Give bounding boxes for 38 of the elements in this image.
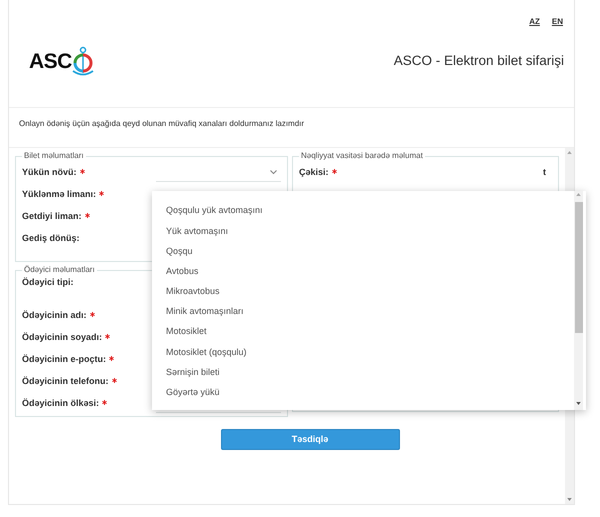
- section-legend: Nəqliyyat vasitəsi barədə məlumat: [299, 150, 425, 162]
- field-label: Ödəyicinin adı:: [22, 309, 87, 322]
- field-label: Ödəyici tipi:: [22, 276, 74, 289]
- dropdown-option[interactable]: Qoşqulu yük avtomaşını: [166, 201, 263, 222]
- anchor-icon: [72, 46, 94, 77]
- field-label: Gediş dönüş:: [22, 232, 80, 246]
- field-label: Getdiyi liman:: [22, 210, 82, 224]
- scrollbar-thumb[interactable]: [574, 202, 582, 333]
- field-label: Ödəyicinin soyadı:: [22, 331, 102, 344]
- field-label: Çəkisi:: [299, 166, 329, 180]
- page-title: ASCO - Elektron bilet sifarişi: [394, 52, 564, 70]
- scroll-up-icon[interactable]: [576, 193, 581, 196]
- logo: ASC: [29, 46, 94, 77]
- scrollbar[interactable]: [574, 191, 583, 410]
- unit-label: t: [543, 166, 546, 180]
- field-label: Yüklənmə limanı:: [22, 188, 96, 202]
- chevron-down-icon: [270, 170, 277, 175]
- dropdown-option[interactable]: Sərnişin bileti: [166, 362, 220, 383]
- language-link[interactable]: EN: [552, 16, 563, 28]
- section-legend: Bilet məlumatları: [22, 150, 86, 162]
- dropdown-option[interactable]: Motosiklet (qoşqulu): [166, 342, 247, 362]
- dropdown-option[interactable]: Avtobus: [166, 262, 198, 282]
- scroll-up-icon[interactable]: [567, 151, 572, 154]
- field-label: Ödəyicinin ölkəsi:: [22, 397, 100, 410]
- dropdown-option[interactable]: Göyərtə yükü: [166, 382, 220, 403]
- scroll-down-icon[interactable]: [576, 402, 581, 405]
- scroll-down-icon[interactable]: [567, 498, 572, 501]
- dropdown-option[interactable]: Yük avtomaşını: [166, 221, 228, 242]
- dropdown-option[interactable]: Minik avtomaşınları: [166, 302, 244, 322]
- field-label: Ödəyicinin telefonu:: [22, 375, 109, 388]
- intro-text: Onlayn ödəniş üçün aşağıda qeyd olunan müvafiq xanaları doldurmanız lazımdır: [9, 108, 574, 148]
- field-label: Yükün növü:: [22, 166, 76, 180]
- dropdown-option[interactable]: Mikroavtobus: [166, 282, 220, 302]
- dropdown-option[interactable]: Qoşqu: [166, 241, 193, 262]
- section-legend: Ödəyici məlumatları: [22, 264, 97, 276]
- field-label: Ödəyicinin e-poçtu:: [22, 353, 106, 366]
- language-link[interactable]: AZ: [529, 16, 540, 28]
- dropdown-option[interactable]: Motosiklet: [166, 322, 207, 342]
